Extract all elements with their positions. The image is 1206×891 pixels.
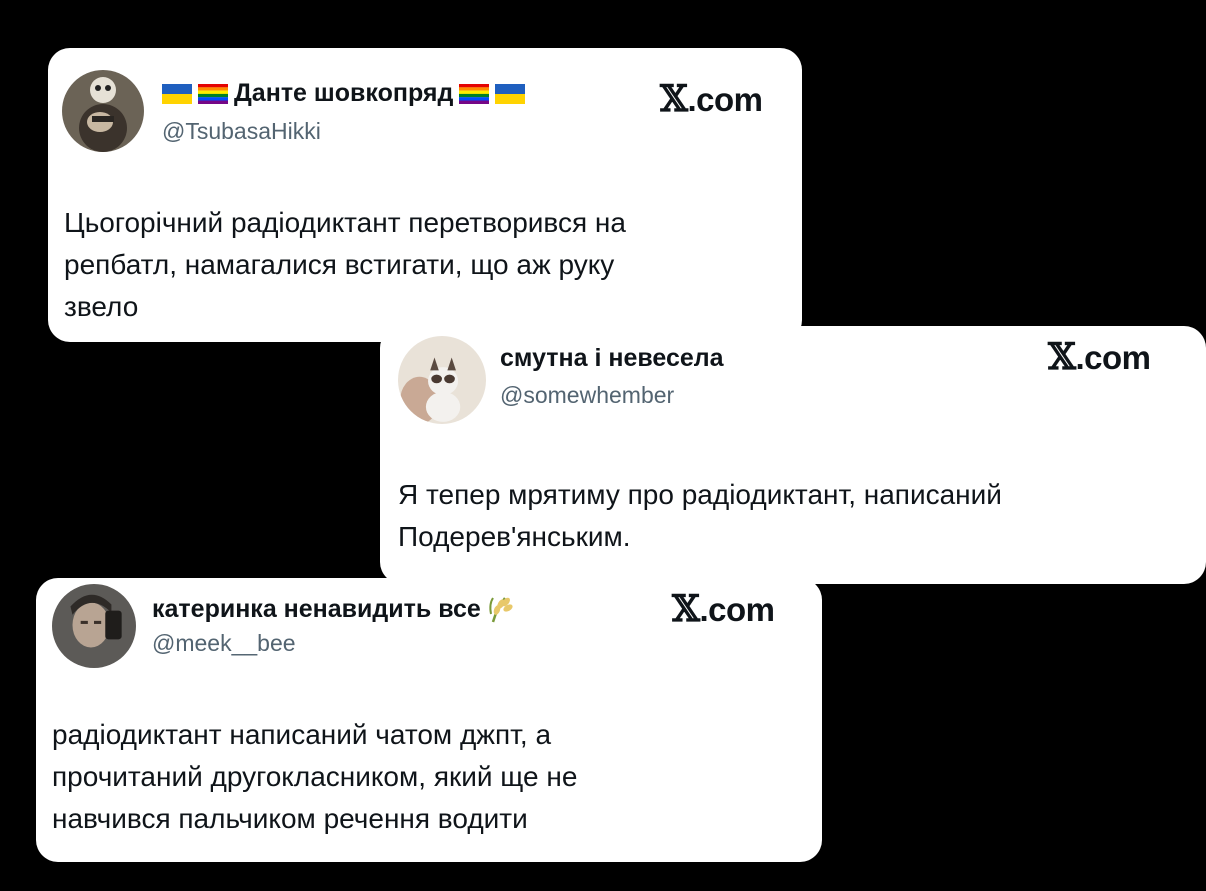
rice-emoji-icon (487, 594, 515, 624)
tweet-text: Я тепер мрятиму про радіодиктант, написа… (398, 474, 1188, 558)
x-com-brand[interactable]: 𝕏.com (672, 588, 775, 630)
x-logo-icon: 𝕏 (672, 588, 700, 630)
ukraine-flag-icon (495, 83, 526, 104)
tweet-text-line: репбатл, намагалися встигати, що аж руку (64, 249, 615, 280)
rainbow-flag-icon (459, 83, 490, 104)
tweet-text-line: звело (64, 291, 139, 322)
x-com-brand[interactable]: 𝕏.com (1048, 336, 1151, 378)
author-handle[interactable]: @meek__bee (152, 630, 296, 657)
tweet-text-line: прочитаний другокласником, який ще не (52, 761, 578, 792)
avatar[interactable] (398, 336, 486, 424)
brand-domain: .com (687, 81, 763, 118)
tweet-text-line: Подерев'янським. (398, 521, 631, 552)
author-handle[interactable]: @TsubasaHikki (162, 118, 321, 145)
rainbow-flag-icon (198, 83, 228, 104)
author-name-text: Данте шовкопряд (234, 79, 454, 107)
author-name-text: катеринка ненавидить все (152, 594, 481, 623)
tweet-text: Цьогорічний радіодиктант перетворився на… (64, 202, 784, 328)
ukraine-flag-icon (162, 83, 192, 104)
brand-domain: .com (699, 591, 775, 628)
x-logo-icon: 𝕏 (660, 78, 688, 120)
x-com-brand[interactable]: 𝕏.com (660, 78, 763, 120)
tweet-card-1[interactable]: Данте шовкопряд @TsubasaHikki 𝕏.com Цьог… (48, 48, 802, 342)
author-name[interactable]: катеринка ненавидить все (152, 594, 515, 624)
avatar[interactable] (62, 70, 144, 152)
author-handle[interactable]: @somewhember (500, 382, 674, 409)
author-name-text: смутна і невесела (500, 344, 724, 372)
brand-domain: .com (1075, 339, 1151, 376)
tweet-text-line: Я тепер мрятиму про радіодиктант, написа… (398, 479, 1002, 510)
author-name[interactable]: Данте шовкопряд (162, 79, 526, 108)
tweet-text-line: навчився пальчиком речення водити (52, 803, 528, 834)
avatar-photo-icon (52, 584, 136, 668)
tweet-text-line: радіодиктант написаний чатом джпт, а (52, 719, 552, 750)
tweet-text-line: Цьогорічний радіодиктант перетворився на (64, 207, 626, 238)
tweet-text: радіодиктант написаний чатом джпт, а про… (52, 714, 812, 840)
author-name[interactable]: смутна і невесела (500, 344, 724, 373)
tweet-card-2[interactable]: смутна і невесела @somewhember 𝕏.com Я т… (380, 326, 1206, 584)
avatar-cat-icon (398, 336, 486, 424)
avatar[interactable] (52, 584, 136, 668)
avatar-image-icon (62, 70, 144, 152)
x-logo-icon: 𝕏 (1048, 336, 1076, 378)
tweet-card-3[interactable]: катеринка ненавидить все @meek__bee 𝕏.co… (36, 578, 822, 862)
